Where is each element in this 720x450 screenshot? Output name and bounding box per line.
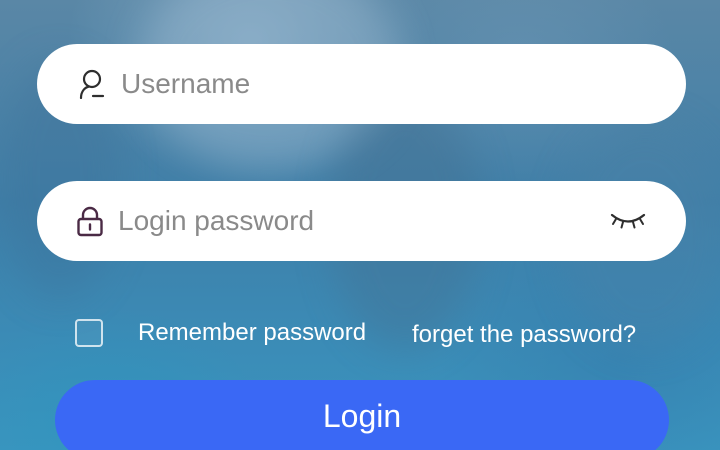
lock-icon <box>76 205 104 237</box>
remember-password-label[interactable]: Remember password <box>138 318 366 348</box>
user-icon <box>79 69 105 99</box>
eye-closed-icon[interactable] <box>610 210 646 232</box>
username-field[interactable] <box>37 44 686 124</box>
password-input[interactable] <box>118 181 596 261</box>
remember-password-checkbox[interactable] <box>75 319 103 347</box>
username-input[interactable] <box>121 44 646 124</box>
login-button[interactable]: Login <box>55 380 669 450</box>
password-field[interactable] <box>37 181 686 261</box>
forget-password-link[interactable]: forget the password? <box>412 320 636 350</box>
